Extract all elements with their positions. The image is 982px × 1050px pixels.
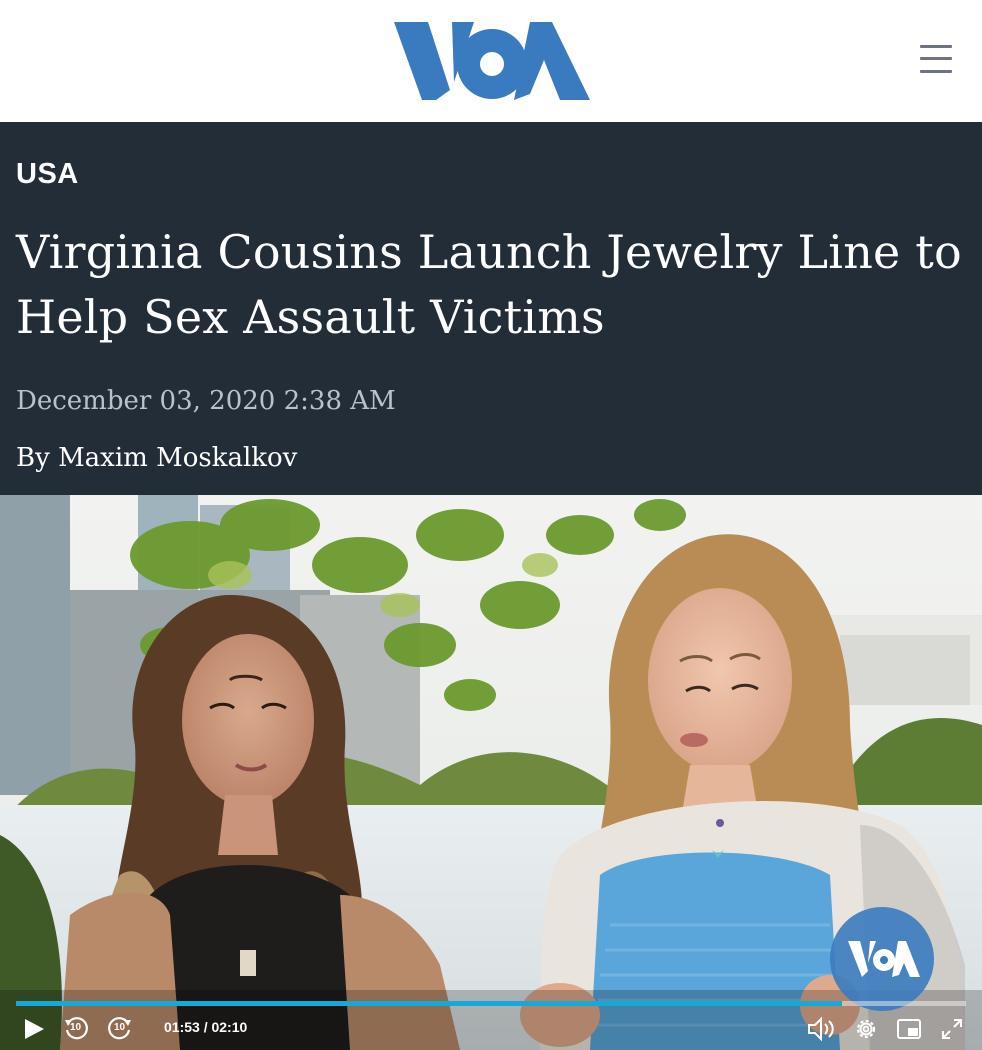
progress-fill — [16, 1001, 842, 1006]
fullscreen-icon[interactable] — [940, 1017, 964, 1041]
voa-logo[interactable] — [392, 20, 592, 102]
top-bar — [0, 0, 982, 122]
rewind-seconds: 10 — [70, 1022, 82, 1033]
forward-10-button[interactable]: 10 — [106, 1014, 134, 1042]
publish-date: December 03, 2020 2:38 AM — [16, 386, 396, 416]
progress-bar[interactable] — [16, 1001, 966, 1006]
time-current: 01:53 — [164, 1019, 200, 1035]
video-player[interactable] — [0, 495, 982, 1050]
play-icon[interactable] — [22, 1017, 46, 1041]
article-header: USA Virginia Cousins Launch Jewelry Line… — [0, 122, 982, 495]
byline: By Maxim Moskalkov — [16, 443, 297, 473]
time-display: 01:53 / 02:10 — [164, 1019, 248, 1035]
article-headline: Virginia Cousins Launch Jewelry Line to … — [16, 225, 962, 344]
time-total: 02:10 — [211, 1019, 248, 1035]
rewind-10-button[interactable]: 10 — [62, 1014, 90, 1042]
author-link[interactable]: Maxim Moskalkov — [58, 443, 297, 473]
byline-prefix: By — [16, 443, 50, 473]
picture-in-picture-icon[interactable] — [896, 1017, 922, 1041]
hamburger-menu-icon[interactable] — [918, 44, 954, 74]
voa-watermark-logo — [830, 907, 934, 1011]
section-label[interactable]: USA — [16, 158, 79, 191]
settings-gear-icon[interactable] — [853, 1016, 879, 1042]
volume-icon[interactable] — [806, 1016, 836, 1042]
forward-seconds: 10 — [114, 1022, 126, 1033]
